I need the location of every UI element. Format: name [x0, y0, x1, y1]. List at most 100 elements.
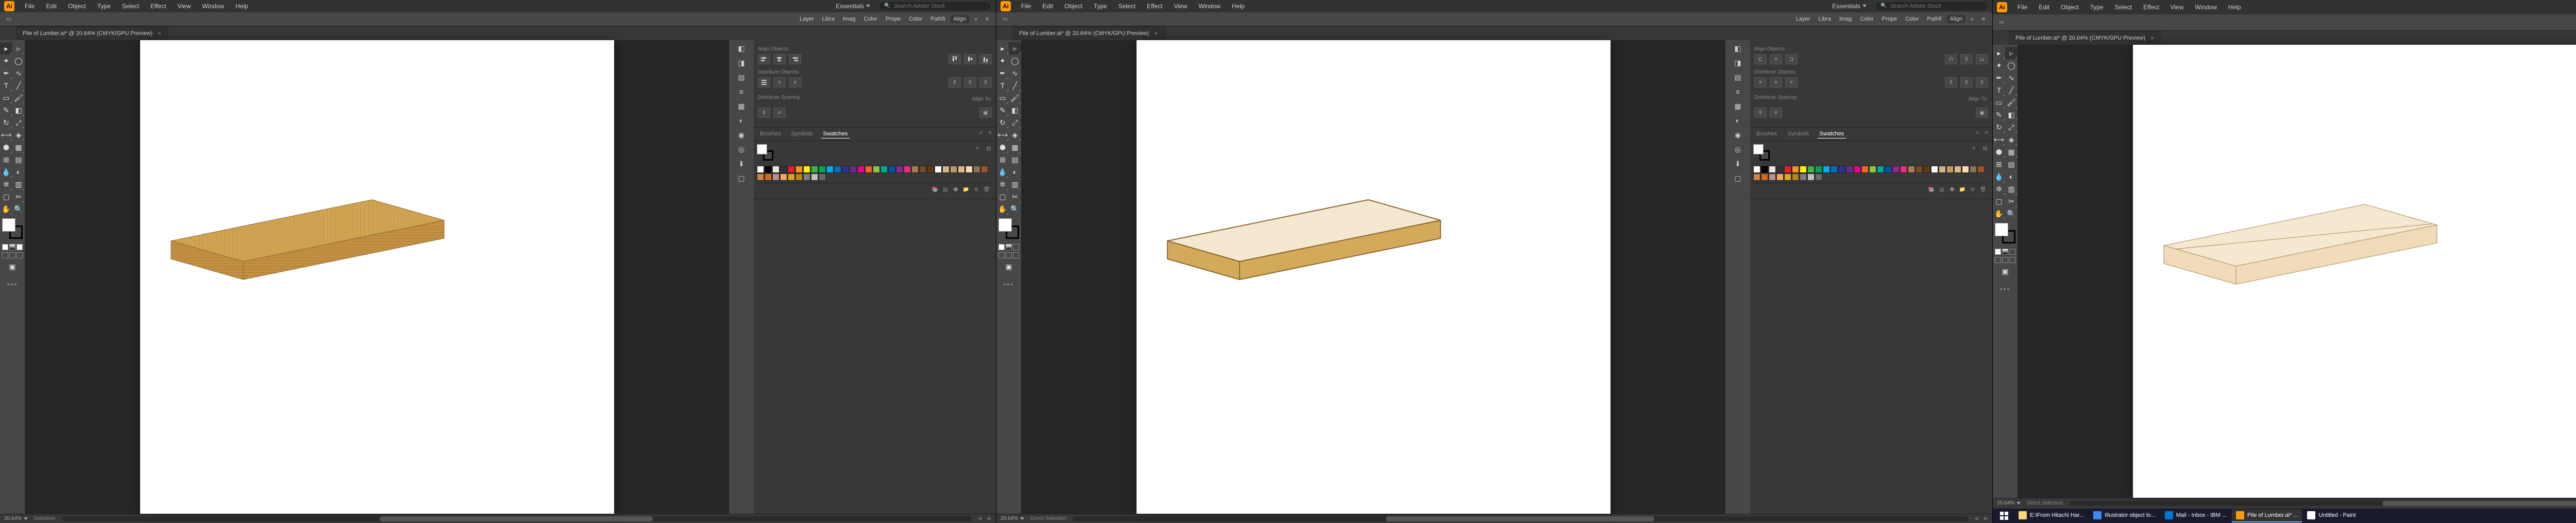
menu-help[interactable]: Help: [1227, 1, 1250, 12]
swatch-options2-icon[interactable]: ⬢: [952, 185, 960, 194]
taskbar-item[interactable]: Illustrator object lo...: [2089, 509, 2159, 522]
align-vcenter-button[interactable]: [964, 54, 976, 64]
draw-normal[interactable]: [1995, 257, 2001, 263]
hand-tool[interactable]: ✋: [0, 203, 12, 215]
shape-builder-tool[interactable]: ⬢: [996, 141, 1009, 153]
swatch-color[interactable]: [911, 166, 919, 173]
magic-wand-tool[interactable]: ✦: [1993, 59, 2005, 72]
free-transform-tool[interactable]: ◈: [1009, 129, 1021, 141]
width-tool[interactable]: ⟷: [0, 129, 12, 141]
search-input[interactable]: [893, 3, 986, 9]
horizontal-scrollbar[interactable]: [61, 516, 972, 521]
swatch-color[interactable]: [919, 166, 926, 173]
slice-tool[interactable]: ✂: [1009, 190, 1021, 203]
paintbrush-tool[interactable]: 🖌: [12, 92, 25, 104]
dock-layers-icon[interactable]: ◨: [735, 57, 748, 69]
swatch-color[interactable]: [1970, 166, 1977, 173]
dock-asset-export-icon[interactable]: ⬇: [735, 158, 748, 170]
direct-selection-tool[interactable]: ▹: [2005, 47, 2018, 59]
magic-wand-tool[interactable]: ✦: [996, 55, 1009, 67]
dist-hspace-button[interactable]: ≡: [1770, 108, 1782, 118]
selection-tool[interactable]: ▸: [996, 42, 1009, 55]
dist-hcenter-button[interactable]: ⦀: [964, 77, 976, 88]
pen-tool[interactable]: ✒: [996, 67, 1009, 79]
eraser-tool[interactable]: ◧: [2005, 109, 2018, 121]
edit-toolbar-icon[interactable]: •••: [1993, 285, 2018, 293]
align-bottom-button[interactable]: ⊔: [1976, 54, 1988, 64]
shape-builder-tool[interactable]: ⬢: [1993, 146, 2005, 158]
taskbar-item[interactable]: Untitled - Paint: [2303, 509, 2360, 522]
swatch-color[interactable]: [1861, 166, 1869, 173]
eyedropper-tool[interactable]: 💧: [0, 166, 12, 178]
swatch-fill-stroke[interactable]: [757, 144, 773, 161]
swatch-color[interactable]: [757, 166, 764, 173]
swatch-color[interactable]: [1769, 166, 1776, 173]
swatch-color[interactable]: [1923, 166, 1930, 173]
free-transform-tool[interactable]: ◈: [12, 129, 25, 141]
edit-toolbar-icon[interactable]: •••: [0, 280, 25, 288]
swatch-color[interactable]: [1784, 173, 1791, 181]
fill-stroke-control[interactable]: [998, 218, 1019, 239]
document-tab[interactable]: Pile of Lumber.ai* @ 20.64% (CMYK/GPU Pr…: [2008, 31, 2161, 45]
gradient-tool[interactable]: ▤: [2005, 158, 2018, 170]
swatch-color[interactable]: [788, 173, 795, 181]
scroll-left-icon[interactable]: ◀: [1974, 516, 1978, 521]
swatch-color[interactable]: [927, 166, 934, 173]
swatch-color[interactable]: [904, 166, 911, 173]
artboard-tool[interactable]: ▢: [996, 190, 1009, 203]
swatch-menu2-icon[interactable]: ▤: [1938, 185, 1946, 194]
menu-help[interactable]: Help: [2223, 2, 2246, 13]
swatch-color[interactable]: [1753, 166, 1760, 173]
swatch-color[interactable]: [1792, 166, 1799, 173]
swatch-color[interactable]: [803, 166, 810, 173]
color-mode-none[interactable]: [16, 244, 23, 250]
shaper-tool[interactable]: ✎: [0, 104, 12, 116]
delete-swatch-icon[interactable]: 🗑: [982, 185, 991, 194]
swatch-color[interactable]: [1769, 173, 1776, 181]
swatch-options-icon[interactable]: ≡: [1970, 144, 1978, 152]
menu-effect[interactable]: Effect: [2138, 2, 2164, 13]
swatch-menu2-icon[interactable]: ▤: [941, 185, 950, 194]
scale-tool[interactable]: ⤢: [12, 116, 25, 129]
swatch-color[interactable]: [1815, 166, 1822, 173]
swatch-color[interactable]: [1776, 173, 1784, 181]
rotate-tool[interactable]: ↻: [0, 116, 12, 129]
color-mode-none[interactable]: [2009, 249, 2015, 255]
lumber-object-textured[interactable]: [140, 184, 449, 287]
swatch-color[interactable]: [865, 166, 872, 173]
slice-tool[interactable]: ✂: [2005, 195, 2018, 207]
paintbrush-tool[interactable]: 🖌: [1009, 92, 1021, 104]
menu-edit[interactable]: Edit: [2033, 2, 2055, 13]
brushes-tab[interactable]: Brushes: [758, 130, 783, 138]
swatch-color[interactable]: [1877, 166, 1884, 173]
symbol-sprayer-tool[interactable]: ✲: [1993, 183, 2005, 195]
cbar-item[interactable]: Pathfi: [927, 15, 948, 23]
swatch-color[interactable]: [1807, 173, 1815, 181]
swatch-filter-icon[interactable]: ▤: [1981, 144, 1989, 152]
draw-inside[interactable]: [16, 252, 23, 258]
cbar-item[interactable]: Pathfi: [1924, 15, 1944, 23]
cbar-item[interactable]: Color: [1902, 15, 1922, 23]
swatch-color[interactable]: [965, 166, 973, 173]
swatch-color[interactable]: [757, 173, 764, 181]
dist-bottom-button[interactable]: ≡: [1785, 77, 1798, 88]
cbar-align[interactable]: Align: [1947, 15, 1965, 23]
menu-object[interactable]: Object: [2056, 2, 2084, 13]
close-icon[interactable]: ×: [158, 30, 161, 37]
color-mode-none[interactable]: [1013, 244, 1019, 250]
dist-right-button[interactable]: ⦀: [979, 77, 992, 88]
swatch-color[interactable]: [950, 166, 957, 173]
dock-libraries-icon[interactable]: ▤: [1732, 71, 1744, 83]
shaper-tool[interactable]: ✎: [1993, 109, 2005, 121]
swatch-color[interactable]: [811, 173, 818, 181]
cbar-item[interactable]: Prope: [883, 15, 904, 23]
swatch-color[interactable]: [780, 173, 787, 181]
swatch-color[interactable]: [1776, 166, 1784, 173]
swatch-color[interactable]: [1761, 173, 1768, 181]
dock-graphic-styles-icon[interactable]: ◎: [1732, 143, 1744, 155]
width-tool[interactable]: ⟷: [996, 129, 1009, 141]
swatch-color[interactable]: [1800, 166, 1807, 173]
cbar-item[interactable]: Libra: [1816, 15, 1834, 23]
align-left-button[interactable]: ⊏: [1754, 54, 1767, 64]
direct-selection-tool[interactable]: ▹: [1009, 42, 1021, 55]
